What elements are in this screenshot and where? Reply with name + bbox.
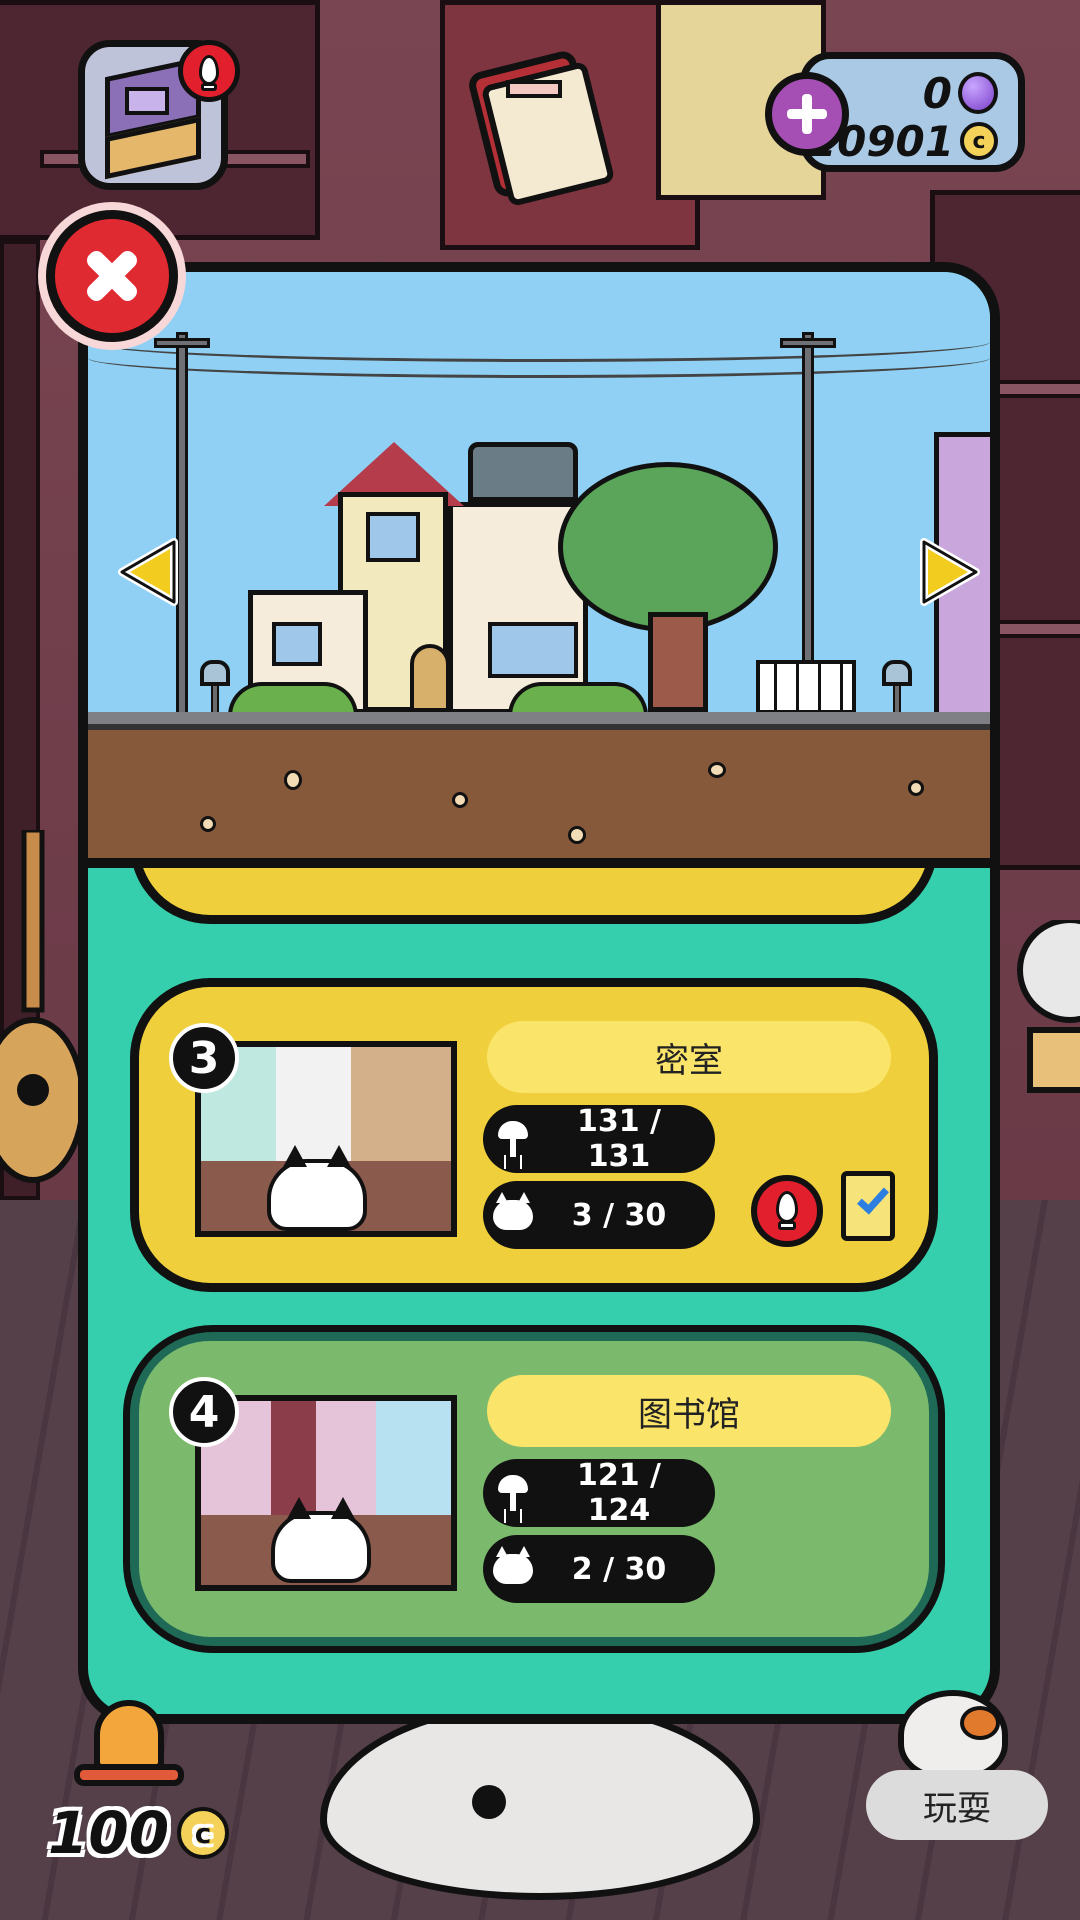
room-window — [125, 87, 169, 115]
cats-stat-icon — [483, 1181, 543, 1249]
pebble — [452, 792, 468, 808]
alert-mark-base — [778, 1221, 796, 1230]
next-scene-button[interactable] — [918, 536, 982, 608]
furniture-stat-icon — [483, 1105, 543, 1173]
bush — [228, 682, 358, 716]
pole-arm — [154, 338, 210, 348]
cats-stat: 3 / 30 — [483, 1181, 715, 1249]
bell-body — [94, 1700, 164, 1770]
cats-stat: 2 / 30 — [483, 1535, 715, 1603]
furniture-stat: 131 / 131 — [483, 1104, 715, 1174]
pebble — [568, 826, 586, 844]
mask-bust-decoration — [1017, 920, 1080, 1093]
pebble — [908, 780, 924, 796]
gem-icon — [958, 72, 998, 114]
coin-symbol: c — [972, 128, 986, 154]
cat-sprite — [271, 1497, 371, 1583]
room-name: 密室 — [487, 1021, 891, 1093]
close-button[interactable] — [46, 210, 178, 342]
mailbox — [882, 660, 912, 686]
tree — [558, 462, 778, 632]
alert-mark-base — [201, 83, 217, 91]
neighborhood-scene — [88, 272, 990, 868]
pebble — [284, 770, 302, 790]
cat-toy-icon — [898, 1690, 1008, 1780]
house-door — [410, 644, 450, 712]
coin-symbol: c — [194, 1816, 212, 1850]
room-number-badge: 3 — [169, 1023, 239, 1093]
thumbnail-wall — [201, 1401, 451, 1516]
tree-trunk — [648, 612, 708, 712]
house-window — [272, 622, 322, 666]
cat-sprite — [267, 1145, 367, 1231]
cats-stat-icon — [483, 1535, 543, 1603]
room-select-modal: 3 密室 131 / 131 3 / 30 4 图书馆 121 / 124 2 … — [78, 262, 1000, 1724]
check-mark — [857, 1181, 889, 1215]
guitar-decoration — [0, 830, 86, 1183]
exclamation-alert-icon[interactable] — [751, 1175, 823, 1247]
gem-count: 0 — [922, 68, 952, 118]
coin-icon: c — [177, 1807, 230, 1859]
lamp-icon — [498, 1121, 528, 1157]
toy-spot — [960, 1706, 1000, 1740]
house-rooftop — [468, 442, 578, 502]
cats-count: 3 / 30 — [571, 1197, 667, 1233]
room-card[interactable]: 3 密室 131 / 131 3 / 30 — [130, 978, 938, 1292]
exclamation-alert-icon — [178, 40, 240, 102]
bottom-coin-counter: 100 c — [48, 1798, 230, 1868]
bottom-coin-value: 100 — [48, 1799, 170, 1867]
house-window — [488, 622, 578, 678]
cat-icon — [493, 1546, 533, 1584]
cat-icon — [493, 1192, 533, 1230]
fence — [756, 660, 856, 714]
room-card[interactable]: 4 图书馆 121 / 124 2 / 30 — [123, 1325, 945, 1653]
room-list[interactable]: 3 密室 131 / 131 3 / 30 4 图书馆 121 / 124 2 … — [88, 868, 990, 1714]
book-label — [506, 80, 562, 98]
bell-icon[interactable] — [74, 1700, 184, 1790]
alert-mark — [199, 55, 219, 85]
dirt-ground — [88, 724, 990, 858]
room-card-partial[interactable] — [130, 868, 938, 924]
document-check-icon[interactable] — [841, 1171, 895, 1241]
furniture-count: 121 / 124 — [576, 1458, 662, 1528]
pebble — [200, 816, 216, 832]
house-window — [366, 512, 420, 562]
plus-icon-stroke — [802, 94, 812, 134]
bell-base — [74, 1764, 184, 1786]
lamp-icon — [498, 1475, 528, 1511]
furniture-count: 131 / 131 — [576, 1104, 662, 1174]
add-currency-button[interactable] — [765, 72, 849, 156]
pole-arm — [780, 338, 836, 348]
catalog-book-button[interactable] — [466, 48, 616, 208]
coin-icon: c — [960, 122, 998, 160]
alert-mark — [776, 1191, 798, 1223]
pebble — [708, 762, 726, 778]
cats-count: 2 / 30 — [571, 1551, 667, 1587]
power-wire — [88, 338, 990, 378]
prev-scene-button[interactable] — [116, 536, 180, 608]
furniture-stat: 121 / 124 — [483, 1458, 715, 1528]
room-number-badge: 4 — [169, 1377, 239, 1447]
bush — [508, 682, 648, 716]
arrow-right-icon — [920, 538, 980, 606]
arrow-left-icon — [118, 538, 178, 606]
mailbox — [200, 660, 230, 686]
gem-row: 0 — [923, 67, 998, 119]
furniture-stat-icon — [483, 1459, 543, 1527]
play-button[interactable]: 玩耍 — [866, 1770, 1048, 1840]
utility-pole — [176, 332, 188, 722]
thumbnail-wall — [201, 1047, 451, 1162]
room-name: 图书馆 — [487, 1375, 891, 1447]
